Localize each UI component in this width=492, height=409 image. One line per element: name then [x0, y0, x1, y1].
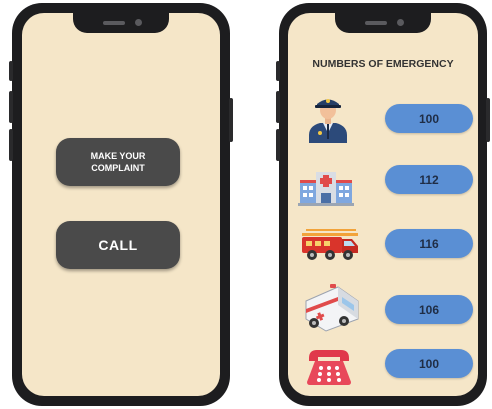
side-button	[276, 61, 280, 81]
emergency-number-button[interactable]: 116	[385, 229, 473, 258]
side-button	[276, 91, 280, 123]
left-phone: MAKE YOUR COMPLAINT CALL	[9, 3, 233, 406]
emergency-number-button[interactable]: 112	[385, 165, 473, 194]
right-screen: NUMBERS OF EMERGENCY 100 112 116 106 100	[288, 13, 478, 396]
telephone-icon	[307, 350, 351, 385]
side-button	[276, 129, 280, 161]
speaker	[365, 21, 387, 25]
call-label: CALL	[98, 237, 138, 253]
notch	[335, 13, 431, 33]
ambulance-icon	[305, 284, 359, 332]
emergency-number-button[interactable]: 100	[385, 349, 473, 378]
make-complaint-button[interactable]: MAKE YOUR COMPLAINT	[56, 138, 180, 186]
camera-icon	[135, 19, 142, 26]
side-button	[9, 129, 13, 161]
emergency-number: 100	[418, 356, 440, 371]
side-button	[9, 61, 13, 81]
police-officer-icon	[309, 99, 347, 143]
make-complaint-label: MAKE YOUR COMPLAINT	[90, 151, 146, 173]
emergency-number: 116	[419, 236, 439, 251]
emergency-number: 100	[418, 111, 440, 126]
emergency-numbers-title: NUMBERS OF EMERGENCY	[312, 58, 454, 70]
fire-truck-icon	[302, 229, 358, 260]
notch	[73, 13, 169, 33]
side-button	[486, 98, 490, 142]
side-button	[9, 91, 13, 123]
hospital-icon	[298, 172, 354, 206]
emergency-number: 106	[418, 302, 440, 317]
emergency-number: 112	[419, 172, 439, 187]
camera-icon	[397, 19, 404, 26]
speaker	[103, 21, 125, 25]
emergency-number-button[interactable]: 106	[385, 295, 473, 324]
left-screen: MAKE YOUR COMPLAINT CALL	[22, 13, 220, 396]
call-button[interactable]: CALL	[56, 221, 180, 269]
emergency-number-button[interactable]: 100	[385, 104, 473, 133]
right-phone: NUMBERS OF EMERGENCY 100 112 116 106 100	[276, 3, 490, 406]
side-button	[229, 98, 233, 142]
